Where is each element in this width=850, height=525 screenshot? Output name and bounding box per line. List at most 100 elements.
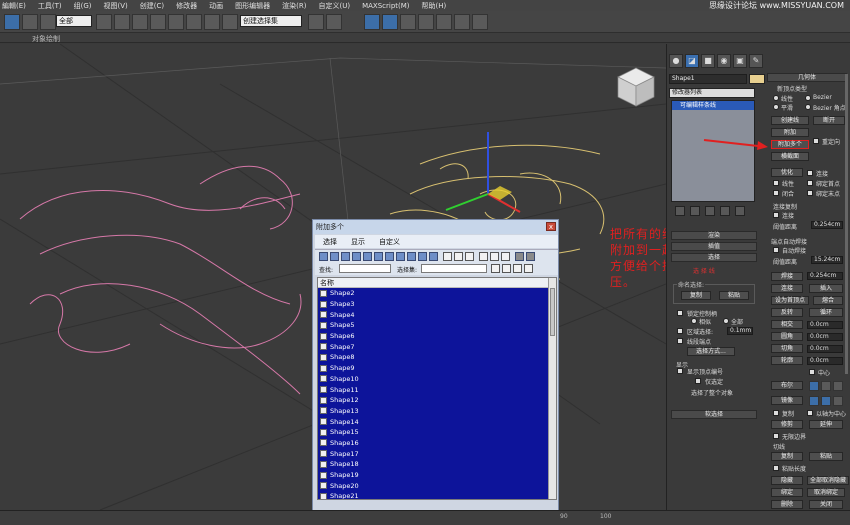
rotate-icon[interactable] bbox=[132, 14, 148, 30]
object-row[interactable]: Shape21 bbox=[318, 491, 550, 499]
find-input[interactable] bbox=[339, 264, 391, 273]
reorient-checkbox[interactable] bbox=[813, 138, 819, 144]
configure-sets-icon[interactable] bbox=[735, 206, 745, 216]
move-icon[interactable] bbox=[114, 14, 130, 30]
menu-help[interactable]: 帮助(H) bbox=[422, 1, 447, 11]
ribbon-toggle-icon[interactable] bbox=[382, 14, 398, 30]
filter-lights-icon[interactable] bbox=[352, 252, 361, 261]
menu-group[interactable]: 组(G) bbox=[74, 1, 92, 11]
connect-copy-checkbox[interactable] bbox=[773, 212, 779, 218]
rollout-rendering[interactable]: 渲染 bbox=[671, 231, 757, 240]
fillet-button[interactable]: 圆角 bbox=[771, 332, 803, 341]
threshold-spinner[interactable]: 0.254cm bbox=[811, 221, 843, 229]
paste-length-checkbox[interactable] bbox=[773, 465, 779, 471]
align-icon[interactable] bbox=[326, 14, 342, 30]
utilities-tab-icon[interactable]: ✎ bbox=[749, 54, 763, 68]
boolean-subtract-icon[interactable] bbox=[821, 381, 831, 391]
filter-cameras-icon[interactable] bbox=[363, 252, 372, 261]
dialog-menu-select[interactable]: 选择 bbox=[323, 237, 337, 247]
linear-checkbox[interactable] bbox=[773, 180, 779, 186]
dialog-menu-customize[interactable]: 自定义 bbox=[379, 237, 400, 247]
bind-last-checkbox[interactable] bbox=[807, 190, 813, 196]
snap-icon[interactable] bbox=[168, 14, 184, 30]
paste-selection-button[interactable]: 粘贴 bbox=[719, 291, 749, 300]
make-unique-icon[interactable] bbox=[705, 206, 715, 216]
ribbon-label[interactable]: 对象绘制 bbox=[32, 34, 60, 44]
display-children-icon[interactable] bbox=[479, 252, 488, 261]
object-row[interactable]: Shape14 bbox=[318, 416, 550, 427]
refine-button[interactable]: 优化 bbox=[771, 168, 803, 177]
menu-graph-editors[interactable]: 图形编辑器 bbox=[235, 1, 270, 11]
object-name-field[interactable]: Shape1 bbox=[669, 74, 747, 84]
fillet-spinner[interactable]: 0.0cm bbox=[807, 333, 843, 341]
reverse-button[interactable]: 反转 bbox=[771, 308, 803, 317]
bezier-radio[interactable] bbox=[805, 95, 811, 101]
render-icon[interactable] bbox=[472, 14, 488, 30]
object-row[interactable]: Shape15 bbox=[318, 426, 550, 438]
object-row[interactable]: Shape5 bbox=[318, 320, 550, 331]
hide-button[interactable]: 隐藏 bbox=[771, 476, 803, 485]
menu-edit[interactable]: 編輯(E) bbox=[2, 1, 26, 11]
selection-filter-dropdown[interactable]: 全部 bbox=[56, 15, 92, 27]
percent-snap-icon[interactable] bbox=[204, 14, 220, 30]
filter-groups-icon[interactable] bbox=[396, 252, 405, 261]
pin-stack-icon[interactable] bbox=[675, 206, 685, 216]
command-panel-scrollbar[interactable] bbox=[845, 74, 848, 374]
object-row[interactable]: Shape12 bbox=[318, 394, 550, 406]
object-row[interactable]: Shape18 bbox=[318, 459, 550, 470]
delete-button[interactable]: 删除 bbox=[771, 500, 803, 509]
scale-icon[interactable] bbox=[150, 14, 166, 30]
material-editor-icon[interactable] bbox=[436, 14, 452, 30]
segment-end-checkbox[interactable] bbox=[677, 338, 683, 344]
rollout-soft-selection[interactable]: 软选择 bbox=[671, 410, 757, 419]
chamfer-spinner[interactable]: 0.0cm bbox=[807, 345, 843, 353]
object-row[interactable]: Shape4 bbox=[318, 309, 550, 321]
dialog-menu-display[interactable]: 显示 bbox=[351, 237, 365, 247]
object-row[interactable]: Shape6 bbox=[318, 330, 550, 342]
weld-spinner[interactable]: 0.254cm bbox=[807, 272, 843, 280]
mirror-icon[interactable] bbox=[308, 14, 324, 30]
set-add-icon[interactable] bbox=[491, 264, 500, 273]
only-selected-checkbox[interactable] bbox=[695, 378, 701, 384]
undo-icon[interactable] bbox=[4, 14, 20, 30]
create-line-button[interactable]: 创建线 bbox=[771, 116, 809, 125]
filter-list-icon[interactable] bbox=[526, 252, 535, 261]
object-row[interactable]: Shape7 bbox=[318, 341, 550, 353]
rollout-geometry[interactable]: 几何体 bbox=[767, 73, 847, 82]
weld-button[interactable]: 焊接 bbox=[771, 272, 803, 281]
object-row[interactable]: Shape17 bbox=[318, 448, 550, 459]
curve-editor-icon[interactable] bbox=[400, 14, 416, 30]
infinite-bounds-checkbox[interactable] bbox=[773, 433, 779, 439]
redo-icon[interactable] bbox=[22, 14, 38, 30]
copy-selection-button[interactable]: 复制 bbox=[681, 291, 711, 300]
outline-spinner[interactable]: 0.0cm bbox=[807, 357, 843, 365]
mirror-h-icon[interactable] bbox=[809, 396, 819, 406]
select-object-icon[interactable] bbox=[96, 14, 112, 30]
area-select-checkbox[interactable] bbox=[677, 328, 683, 334]
modify-tab-icon[interactable]: ◪ bbox=[685, 54, 699, 68]
edit-named-sel-icon[interactable] bbox=[222, 14, 238, 30]
select-none-icon[interactable] bbox=[454, 252, 463, 261]
select-all-icon[interactable] bbox=[443, 252, 452, 261]
schematic-icon[interactable] bbox=[418, 14, 434, 30]
filter-all-icon[interactable] bbox=[319, 252, 328, 261]
filter-geometry-icon[interactable] bbox=[330, 252, 339, 261]
tangent-copy-button[interactable]: 复制 bbox=[771, 452, 803, 461]
select-invert-icon[interactable] bbox=[465, 252, 474, 261]
linear-radio[interactable] bbox=[773, 95, 779, 101]
display-influences-icon[interactable] bbox=[490, 252, 499, 261]
remove-modifier-icon[interactable] bbox=[720, 206, 730, 216]
rollout-selection[interactable]: 选择 bbox=[671, 253, 757, 262]
object-list[interactable]: 名称 Shape2 Shape3 Shape4 Shape5 Shape6 Shape7 S… bbox=[317, 277, 557, 500]
extend-button[interactable]: 延伸 bbox=[809, 420, 843, 429]
crossinsert-spinner[interactable]: 0.0cm bbox=[807, 321, 843, 329]
object-row[interactable]: Shape8 bbox=[318, 352, 550, 363]
set-edit-icon[interactable] bbox=[513, 264, 522, 273]
render-setup-icon[interactable] bbox=[454, 14, 470, 30]
menu-maxscript[interactable]: MAXScript(M) bbox=[362, 2, 409, 10]
pink-shapes[interactable] bbox=[19, 165, 302, 395]
angle-snap-icon[interactable] bbox=[186, 14, 202, 30]
chamfer-button[interactable]: 切角 bbox=[771, 344, 803, 353]
show-end-result-icon[interactable] bbox=[690, 206, 700, 216]
mirror-copy-checkbox[interactable] bbox=[773, 410, 779, 416]
